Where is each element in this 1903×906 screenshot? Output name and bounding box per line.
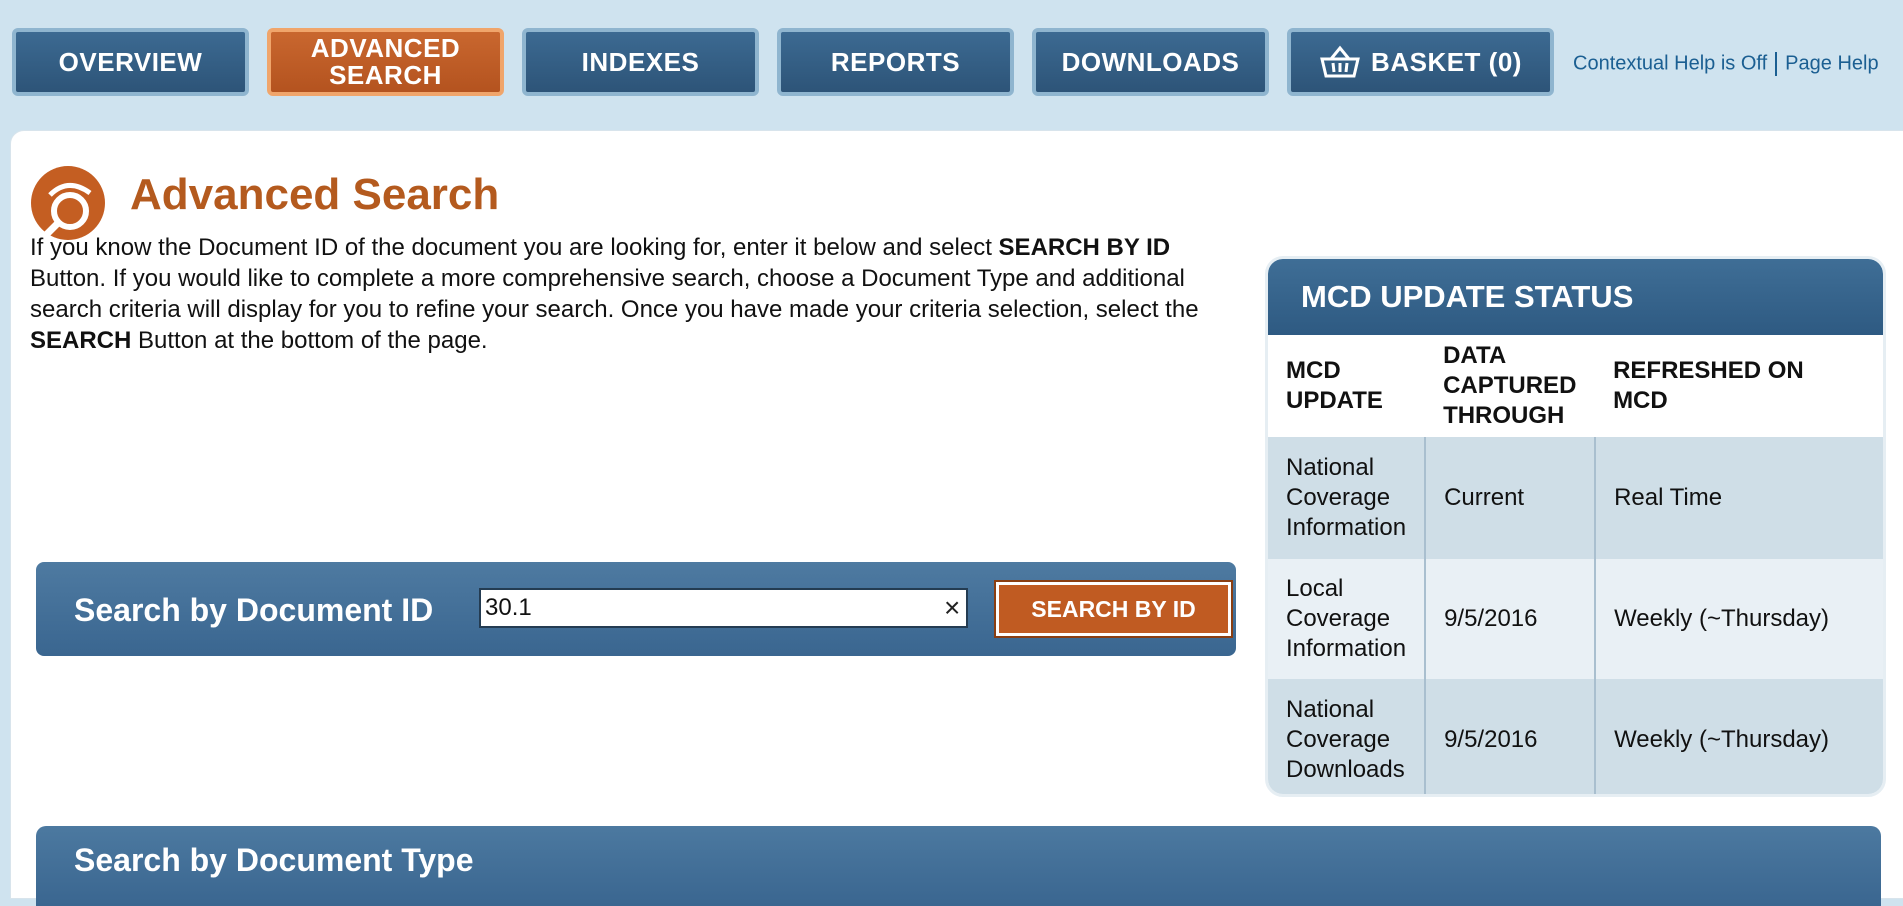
document-id-input[interactable] <box>479 588 968 628</box>
mcd-status-table: MCD UPDATE DATA CAPTURED THROUGH REFRESH… <box>1268 335 1883 794</box>
contextual-help-link[interactable]: Contextual Help is Off <box>1573 52 1767 74</box>
table-cell: 9/5/2016 <box>1424 559 1596 679</box>
table-cell: 9/5/2016 <box>1424 679 1596 794</box>
tab-basket[interactable]: BASKET (0) <box>1287 28 1554 96</box>
intro-text-part-2: Button. If you would like to complete a … <box>30 265 1199 323</box>
table-cell: Weekly (~Thursday) <box>1594 679 1883 794</box>
intro-text: If you know the Document ID of the docum… <box>30 232 1235 356</box>
intro-text-part-3: Button at the bottom of the page. <box>131 327 488 354</box>
search-by-id-label: Search by Document ID <box>74 592 434 628</box>
help-separator <box>1775 52 1778 76</box>
tab-downloads[interactable]: DOWNLOADS <box>1032 28 1269 96</box>
table-cell: Real Time <box>1594 437 1883 559</box>
tab-indexes[interactable]: INDEXES <box>522 28 759 96</box>
col-header-mcd-update: MCD UPDATE <box>1268 335 1426 437</box>
col-header-data-captured: DATA CAPTURED THROUGH <box>1425 335 1596 437</box>
search-by-type-bar[interactable]: Search by Document Type <box>36 826 1881 906</box>
table-row: National Coverage Information Current Re… <box>1268 437 1883 559</box>
search-by-type-label: Search by Document Type <box>74 842 474 878</box>
search-by-id-bar: Search by Document ID × SEARCH BY ID <box>36 562 1236 656</box>
tab-advanced-search-line1: ADVANCED <box>310 33 461 63</box>
intro-bold-search-by-id: SEARCH BY ID <box>998 234 1171 261</box>
mcd-update-status: MCD UPDATE STATUS MCD UPDATE DATA CAPTUR… <box>1265 256 1886 797</box>
table-cell: Local Coverage Information <box>1268 559 1426 679</box>
tab-advanced-search-line2: SEARCH <box>329 60 442 90</box>
basket-label: BASKET (0) <box>1371 46 1522 77</box>
table-cell: Weekly (~Thursday) <box>1594 559 1883 679</box>
search-magnifier-icon <box>31 166 105 240</box>
search-by-id-button[interactable]: SEARCH BY ID <box>994 580 1233 638</box>
basket-icon <box>1320 45 1360 78</box>
table-cell: Current <box>1424 437 1596 559</box>
page-title: Advanced Search <box>130 170 500 219</box>
tab-reports[interactable]: REPORTS <box>777 28 1014 96</box>
tab-advanced-search[interactable]: ADVANCED SEARCH <box>267 28 504 96</box>
table-cell: National Coverage Information <box>1268 437 1426 559</box>
help-links: Contextual Help is Off Page Help <box>1573 52 1879 76</box>
mcd-status-title: MCD UPDATE STATUS <box>1268 259 1883 335</box>
page-help-link[interactable]: Page Help <box>1785 52 1878 74</box>
tab-overview[interactable]: OVERVIEW <box>12 28 249 96</box>
col-header-refreshed: REFRESHED ON MCD <box>1595 335 1883 437</box>
clear-icon[interactable]: × <box>944 592 960 624</box>
intro-bold-search: SEARCH <box>30 327 132 354</box>
intro-text-part-1: If you know the Document ID of the docum… <box>30 234 999 261</box>
table-row: National Coverage Downloads 9/5/2016 Wee… <box>1268 679 1883 794</box>
table-row: Local Coverage Information 9/5/2016 Week… <box>1268 559 1883 679</box>
table-cell: National Coverage Downloads <box>1268 679 1426 794</box>
